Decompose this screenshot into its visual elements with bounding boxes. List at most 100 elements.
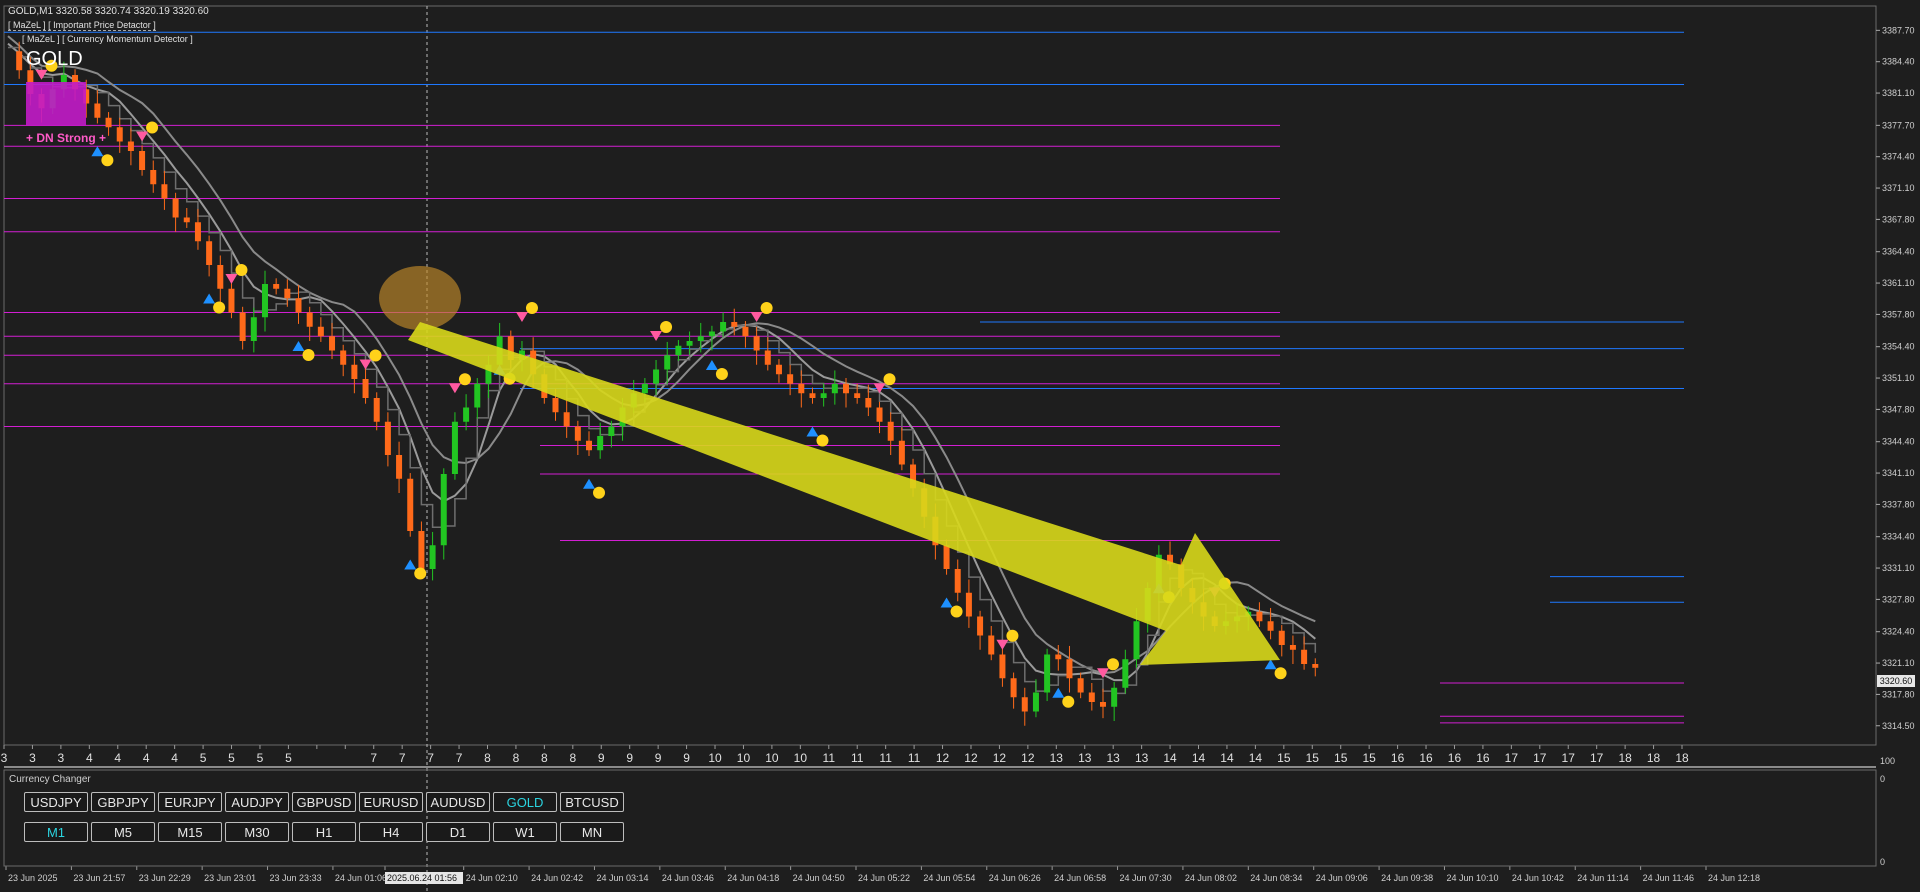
hour-marker-label: 12 xyxy=(1021,751,1035,765)
hour-marker-label: 9 xyxy=(655,751,662,765)
time-tick-label: 24 Jun 02:42 xyxy=(531,873,583,883)
time-tick-label: 23 Jun 2025 xyxy=(8,873,58,883)
sell-arrow-icon xyxy=(996,639,1009,650)
candle-body xyxy=(329,336,336,351)
candle-body xyxy=(1122,659,1129,688)
candle-body xyxy=(809,393,816,398)
timeframe-button-m5[interactable]: M5 xyxy=(91,822,155,842)
time-tick-label: 24 Jun 05:54 xyxy=(923,873,975,883)
symbol-button-usdjpy[interactable]: USDJPY xyxy=(24,792,88,812)
candle-body xyxy=(16,51,23,71)
candle-body xyxy=(977,616,984,636)
hour-marker-label: 11 xyxy=(879,751,892,765)
timeframe-button-h4[interactable]: H4 xyxy=(359,822,423,842)
time-tick-label: 24 Jun 05:22 xyxy=(858,873,910,883)
candle-body xyxy=(1077,678,1084,693)
price-tick-label: 3317.80 xyxy=(1882,689,1915,699)
candle-body xyxy=(217,265,224,289)
symbol-button-gold[interactable]: GOLD xyxy=(493,792,557,812)
trend-annotation xyxy=(379,266,1280,665)
symbol-button-gbpjpy[interactable]: GBPJPY xyxy=(91,792,155,812)
timeframe-button-m1[interactable]: M1 xyxy=(24,822,88,842)
candle-body xyxy=(898,440,905,465)
hour-marker-label: 3 xyxy=(58,751,65,765)
price-tick-label: 3341.10 xyxy=(1882,468,1915,478)
candle-body xyxy=(876,407,883,422)
candle-body xyxy=(798,383,805,394)
timeframe-button-m15[interactable]: M15 xyxy=(158,822,222,842)
price-tick-label: 3324.40 xyxy=(1882,627,1915,637)
hour-marker-label: 5 xyxy=(228,751,235,765)
candle-body xyxy=(172,198,179,218)
pivot-marker-icon xyxy=(1274,667,1287,680)
hour-marker-label: 16 xyxy=(1391,751,1405,765)
hour-marker-label: 12 xyxy=(993,751,1007,765)
time-tick-label: 24 Jun 11:14 xyxy=(1577,873,1628,883)
candle-body xyxy=(183,217,190,223)
timeframe-button-w1[interactable]: W1 xyxy=(493,822,557,842)
hour-marker-label: 7 xyxy=(399,751,406,765)
price-tick-label: 3347.80 xyxy=(1882,404,1915,414)
sub-axis-label-mid: 0 xyxy=(1880,774,1886,784)
symbol-button-btcusd[interactable]: BTCUSD xyxy=(560,792,624,812)
time-tick-label: 24 Jun 04:18 xyxy=(727,873,779,883)
hour-marker-label: 8 xyxy=(513,751,520,765)
price-tick-label: 3381.10 xyxy=(1882,88,1915,98)
chart-border xyxy=(3,5,1877,746)
hour-marker-label: 14 xyxy=(1192,751,1206,765)
time-tick-label: 24 Jun 06:58 xyxy=(1054,873,1106,883)
candle-body xyxy=(1044,654,1051,693)
hour-marker-label: 7 xyxy=(456,751,463,765)
time-tick-label: 24 Jun 08:02 xyxy=(1185,873,1237,883)
candle-body xyxy=(1055,654,1062,660)
price-tick-label: 3354.40 xyxy=(1882,342,1915,352)
buy-arrow-icon xyxy=(1052,687,1065,698)
candle-body xyxy=(384,421,391,455)
candle-body xyxy=(161,184,168,199)
timeframe-button-d1[interactable]: D1 xyxy=(426,822,490,842)
timeframe-button-h1[interactable]: H1 xyxy=(292,822,356,842)
hour-marker-label: 4 xyxy=(171,751,178,765)
highlight-ellipse xyxy=(379,266,461,330)
candle-body xyxy=(94,103,101,118)
hour-marker-label: 9 xyxy=(598,751,605,765)
price-tick-label: 3331.10 xyxy=(1882,563,1915,573)
candle-body xyxy=(574,426,581,441)
hour-marker-label: 10 xyxy=(794,751,808,765)
price-tick-label: 3314.50 xyxy=(1882,721,1915,731)
hour-marker-label: 11 xyxy=(851,751,864,765)
timeframe-button-m30[interactable]: M30 xyxy=(225,822,289,842)
candle-body xyxy=(608,426,615,436)
hour-marker-label: 17 xyxy=(1505,751,1519,765)
candle-body xyxy=(1267,621,1274,631)
symbol-button-eurjpy[interactable]: EURJPY xyxy=(158,792,222,812)
hour-marker-label: 13 xyxy=(1135,751,1149,765)
sub-window-title: Currency Changer xyxy=(9,774,91,785)
pivot-marker-icon xyxy=(414,567,427,580)
buy-arrow-icon xyxy=(705,360,718,370)
buy-arrow-icon xyxy=(806,426,819,437)
candle-body xyxy=(250,317,257,341)
symbol-button-audusd[interactable]: AUDUSD xyxy=(426,792,490,812)
pivot-marker-icon xyxy=(525,302,538,314)
chart-canvas[interactable]: 3387.70 3384.40 3381.10 3377.70 3374.40 3371.… xyxy=(0,0,1920,892)
symbol-button-gbpusd[interactable]: GBPUSD xyxy=(292,792,356,812)
pivot-marker-icon xyxy=(1006,629,1019,642)
time-axis[interactable]: 23 Jun 2025 23 Jun 21:57 23 Jun 22:29 23 Ju… xyxy=(5,866,1760,884)
hour-marker-label: 4 xyxy=(114,751,121,765)
hour-marker-label: 12 xyxy=(936,751,950,765)
candle-body xyxy=(943,545,950,569)
candle-body xyxy=(261,284,268,318)
timeframe-button-mn[interactable]: MN xyxy=(560,822,624,842)
candle-body xyxy=(1021,697,1028,712)
hour-marker-label: 16 xyxy=(1419,751,1433,765)
pivot-marker-icon xyxy=(235,264,248,276)
time-tick-label: 24 Jun 07:30 xyxy=(1120,873,1172,883)
symbol-button-audjpy[interactable]: AUDJPY xyxy=(225,792,289,812)
symbol-title: GOLD xyxy=(26,48,83,70)
indicator-label-momentum-detector: [ MaZeL ] [ Currency Momentum Detector ] xyxy=(22,34,193,44)
hour-marker-label: 18 xyxy=(1618,751,1632,765)
sell-arrow-icon xyxy=(515,312,528,322)
candle-body xyxy=(463,407,470,422)
symbol-button-eurusd[interactable]: EURUSD xyxy=(359,792,423,812)
